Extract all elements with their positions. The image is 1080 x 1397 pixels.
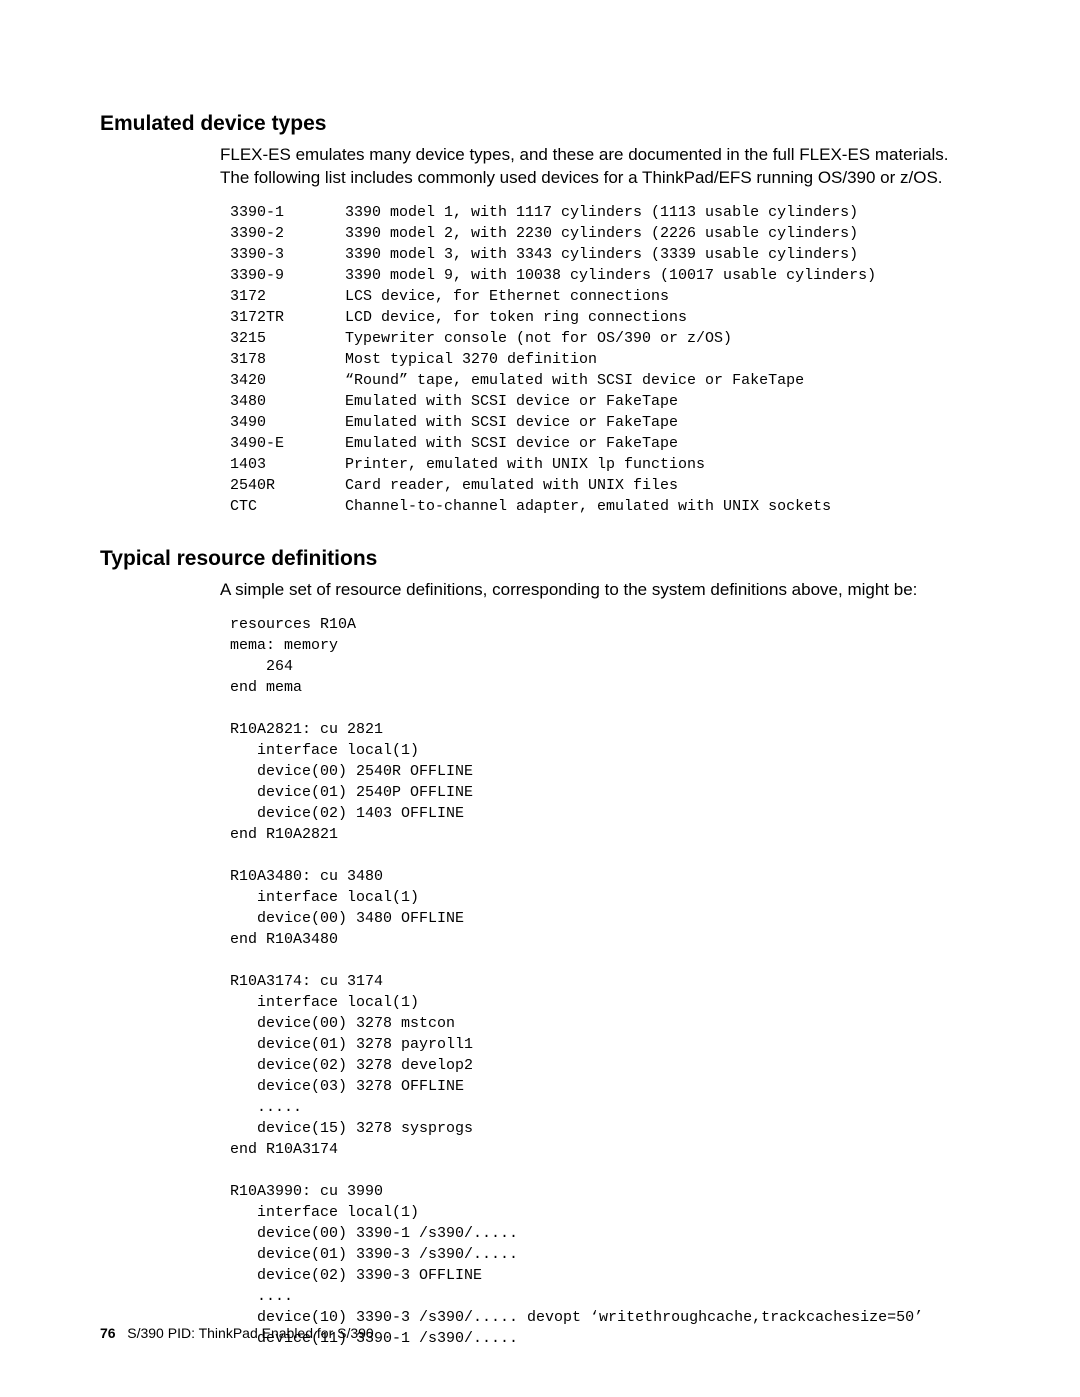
device-desc: 3390 model 9, with 10038 cylinders (1001…: [345, 265, 876, 286]
section2-para: A simple set of resource definitions, co…: [220, 579, 980, 602]
page-footer: 76 S/390 PID: ThinkPad Enabled for S/390: [100, 1325, 374, 1341]
device-desc: Printer, emulated with UNIX lp functions: [345, 454, 705, 475]
device-desc: Typewriter console (not for OS/390 or z/…: [345, 328, 732, 349]
device-row: CTCChannel-to-channel adapter, emulated …: [230, 496, 980, 517]
section-heading-resources: Typical resource definitions: [100, 547, 980, 571]
device-key: 3390-1: [230, 202, 345, 223]
device-desc: “Round” tape, emulated with SCSI device …: [345, 370, 804, 391]
footer-title: S/390 PID: ThinkPad Enabled for S/390: [127, 1325, 373, 1341]
device-row: 3172TRLCD device, for token ring connect…: [230, 307, 980, 328]
device-key: 3390-2: [230, 223, 345, 244]
section-heading-emulated: Emulated device types: [100, 112, 980, 136]
device-key: 3480: [230, 391, 345, 412]
device-row: 3178Most typical 3270 definition: [230, 349, 980, 370]
device-key: 3172TR: [230, 307, 345, 328]
device-key: 3178: [230, 349, 345, 370]
device-desc: Emulated with SCSI device or FakeTape: [345, 391, 678, 412]
device-row: 3215Typewriter console (not for OS/390 o…: [230, 328, 980, 349]
device-desc: Emulated with SCSI device or FakeTape: [345, 412, 678, 433]
device-key: 3390-3: [230, 244, 345, 265]
device-row: 3390-33390 model 3, with 3343 cylinders …: [230, 244, 980, 265]
device-key: 3420: [230, 370, 345, 391]
device-desc: LCD device, for token ring connections: [345, 307, 687, 328]
device-desc: 3390 model 3, with 3343 cylinders (3339 …: [345, 244, 858, 265]
device-row: 3490-EEmulated with SCSI device or FakeT…: [230, 433, 980, 454]
device-key: 3390-9: [230, 265, 345, 286]
device-desc: Card reader, emulated with UNIX files: [345, 475, 678, 496]
device-table: 3390-13390 model 1, with 1117 cylinders …: [230, 202, 980, 517]
resource-code-block: resources R10A mema: memory 264 end mema…: [230, 614, 980, 1349]
device-row: 3480Emulated with SCSI device or FakeTap…: [230, 391, 980, 412]
device-key: 3172: [230, 286, 345, 307]
device-key: CTC: [230, 496, 345, 517]
device-key: 1403: [230, 454, 345, 475]
device-desc: 3390 model 2, with 2230 cylinders (2226 …: [345, 223, 858, 244]
device-desc: 3390 model 1, with 1117 cylinders (1113 …: [345, 202, 858, 223]
device-key: 3490: [230, 412, 345, 433]
device-key: 2540R: [230, 475, 345, 496]
device-row: 1403Printer, emulated with UNIX lp funct…: [230, 454, 980, 475]
device-row: 3172LCS device, for Ethernet connections: [230, 286, 980, 307]
device-row: 3390-93390 model 9, with 10038 cylinders…: [230, 265, 980, 286]
device-desc: LCS device, for Ethernet connections: [345, 286, 669, 307]
device-key: 3215: [230, 328, 345, 349]
device-row: 3490Emulated with SCSI device or FakeTap…: [230, 412, 980, 433]
device-row: 3390-13390 model 1, with 1117 cylinders …: [230, 202, 980, 223]
device-key: 3490-E: [230, 433, 345, 454]
device-desc: Channel-to-channel adapter, emulated wit…: [345, 496, 831, 517]
section1-para: FLEX-ES emulates many device types, and …: [220, 144, 980, 190]
device-desc: Emulated with SCSI device or FakeTape: [345, 433, 678, 454]
device-row: 2540RCard reader, emulated with UNIX fil…: [230, 475, 980, 496]
device-row: 3390-23390 model 2, with 2230 cylinders …: [230, 223, 980, 244]
device-row: 3420“Round” tape, emulated with SCSI dev…: [230, 370, 980, 391]
page-number: 76: [100, 1325, 116, 1341]
device-desc: Most typical 3270 definition: [345, 349, 597, 370]
